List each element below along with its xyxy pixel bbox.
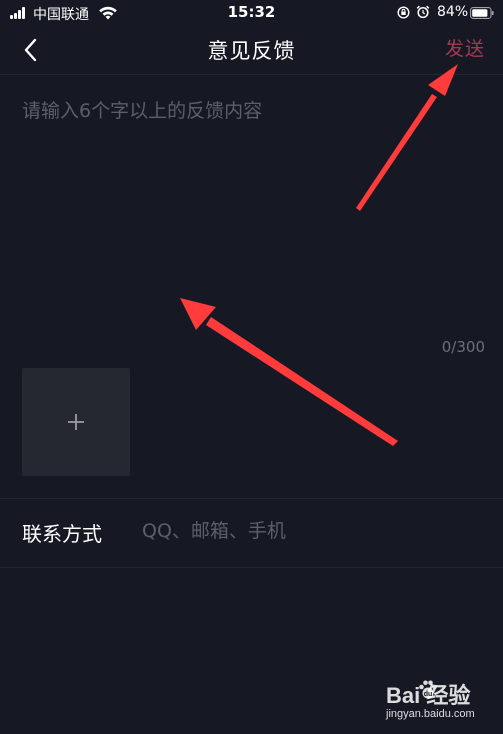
alarm-icon	[416, 5, 430, 19]
svg-text:du: du	[424, 691, 433, 698]
rotation-lock-icon	[397, 6, 410, 19]
section-divider	[0, 498, 503, 499]
feedback-textarea[interactable]	[22, 96, 482, 326]
battery-percentage: 84%	[437, 4, 469, 20]
nav-bar: 意见反馈 发送	[0, 28, 503, 75]
character-counter: 0/300	[441, 338, 485, 356]
add-image-button[interactable]	[22, 368, 130, 476]
watermark-url: jingyan.baidu.com	[386, 708, 475, 720]
status-bar: 中国联通 15:32 84%	[0, 0, 503, 28]
contact-input[interactable]	[142, 514, 482, 548]
paw-icon: du	[419, 680, 437, 699]
send-button[interactable]: 发送	[445, 34, 485, 61]
contact-divider	[0, 567, 503, 568]
contact-label: 联系方式	[22, 522, 102, 546]
baidu-jingyan-watermark: Bai 经验 du jingyan.baidu.com	[386, 676, 496, 724]
page-title: 意见反馈	[207, 39, 296, 63]
battery-icon	[470, 7, 494, 19]
plus-icon	[68, 414, 84, 430]
